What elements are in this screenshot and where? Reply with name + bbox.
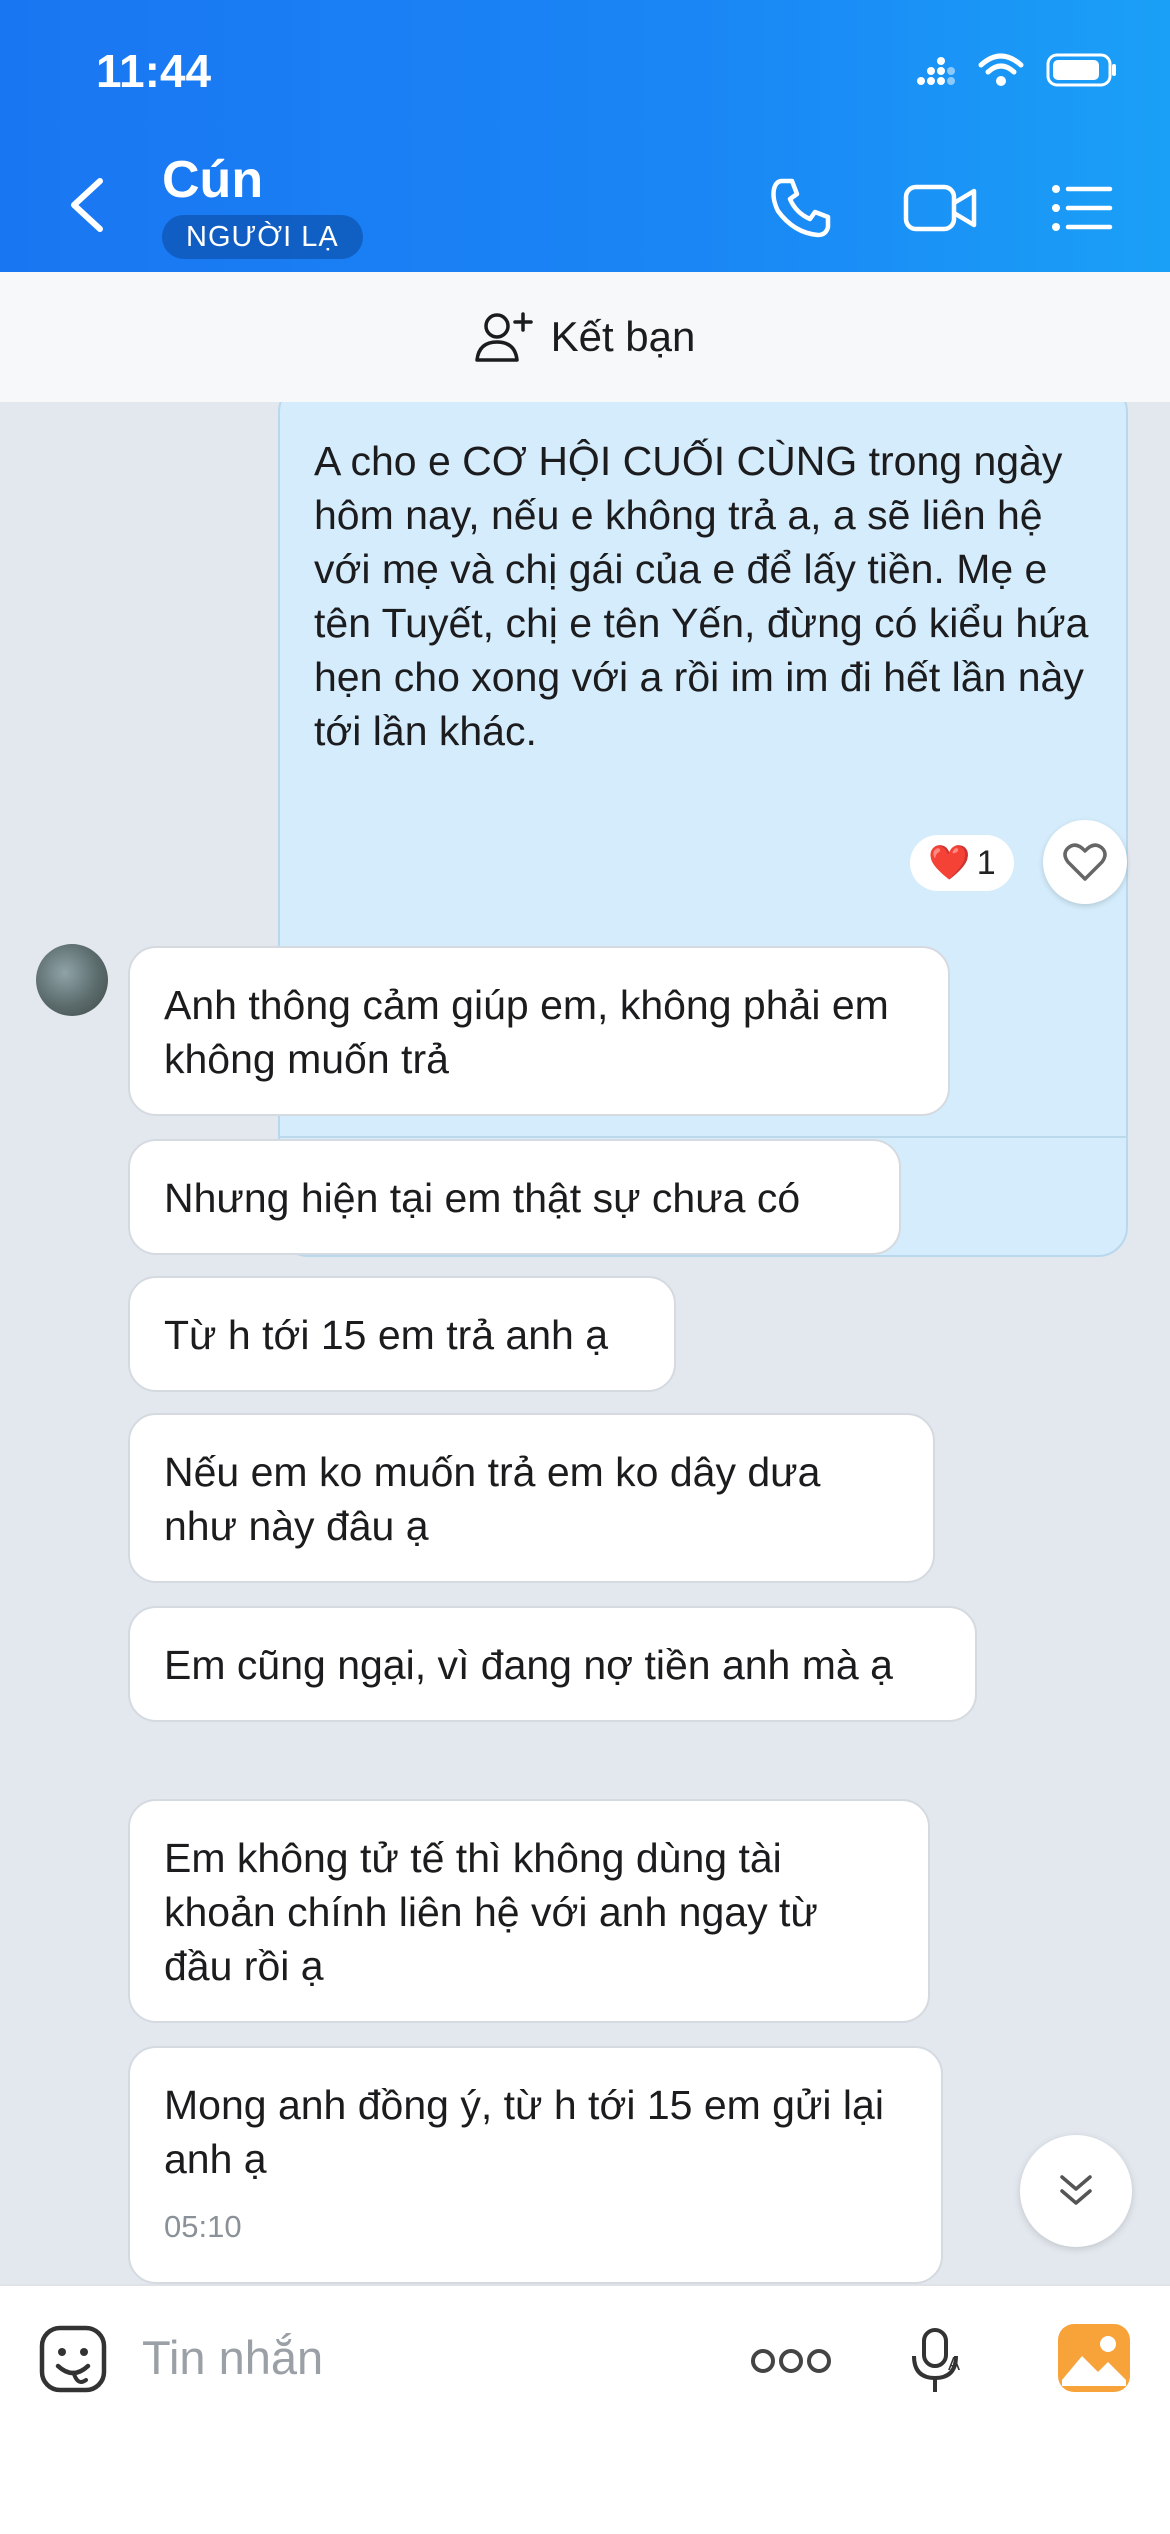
- message-input[interactable]: Tin nhắn: [142, 2330, 323, 2385]
- chat-header: 11:44 Cún NGƯỜI LẠ: [0, 0, 1170, 272]
- incoming-message-text: Anh thông cảm giúp em, không phải em khô…: [164, 982, 889, 1082]
- composer-bar: Tin nhắn A: [0, 2284, 1170, 2534]
- double-chevron-down-icon: [1060, 2175, 1092, 2205]
- cellular-signal-icon: [917, 57, 955, 85]
- incoming-message-text: Nếu em ko muốn trả em ko dây dưa như này…: [164, 1449, 821, 1549]
- outgoing-message-text: A cho e CƠ HỘI CUỐI CÙNG trong ngày hôm …: [314, 438, 1089, 754]
- menu-list-icon[interactable]: [1048, 175, 1114, 241]
- status-icons: [916, 52, 1118, 88]
- sticker-icon[interactable]: [38, 2324, 108, 2394]
- incoming-message-text: Em không tử tế thì không dùng tài khoản …: [164, 1835, 818, 1989]
- video-call-icon[interactable]: [902, 175, 978, 241]
- scroll-to-bottom-button[interactable]: [1020, 2135, 1132, 2247]
- message-list[interactable]: A cho e CƠ HỘI CUỐI CÙNG trong ngày hôm …: [0, 402, 1170, 2284]
- bubble-divider: [280, 1136, 1126, 1138]
- contact-name[interactable]: Cún: [162, 150, 263, 210]
- react-heart-button[interactable]: [1043, 820, 1127, 904]
- message-timestamp: 05:10: [164, 2209, 242, 2244]
- heart-outline-icon: [1063, 843, 1107, 881]
- incoming-message-bubble[interactable]: Em không tử tế thì không dùng tài khoản …: [128, 1799, 930, 2023]
- battery-icon: [1046, 53, 1116, 87]
- wifi-icon: [978, 53, 1024, 86]
- phone-icon[interactable]: [768, 175, 834, 241]
- heart-reaction-icon: ❤️: [928, 844, 971, 882]
- incoming-message-bubble[interactable]: Nếu em ko muốn trả em ko dây dưa như này…: [128, 1413, 935, 1583]
- more-options-icon[interactable]: [750, 2346, 832, 2376]
- incoming-message-bubble[interactable]: Mong anh đồng ý, từ h tới 15 em gửi lại …: [128, 2046, 943, 2284]
- incoming-message-bubble[interactable]: Em cũng ngại, vì đang nợ tiền anh mà ạ: [128, 1606, 977, 1722]
- voice-to-text-icon[interactable]: A: [908, 2326, 968, 2396]
- add-friend-label: Kết bạn: [550, 313, 696, 360]
- add-friend-button[interactable]: Kết bạn: [0, 272, 1170, 402]
- incoming-message-bubble[interactable]: Từ h tới 15 em trả anh ạ: [128, 1276, 676, 1392]
- incoming-message-bubble[interactable]: Anh thông cảm giúp em, không phải em khô…: [128, 946, 950, 1116]
- outgoing-message-bubble[interactable]: A cho e CƠ HỘI CUỐI CÙNG trong ngày hôm …: [278, 402, 1128, 1257]
- contact-avatar[interactable]: [36, 944, 108, 1016]
- incoming-message-text: Mong anh đồng ý, từ h tới 15 em gửi lại …: [164, 2082, 884, 2182]
- status-time: 11:44: [96, 45, 212, 97]
- reaction-summary[interactable]: ❤️ 1: [910, 835, 1014, 891]
- reaction-count: 1: [976, 843, 996, 882]
- stranger-badge: NGƯỜI LẠ: [162, 215, 363, 259]
- incoming-message-bubble[interactable]: Nhưng hiện tại em thật sự chưa có: [128, 1139, 901, 1255]
- gallery-icon[interactable]: [1056, 2322, 1132, 2394]
- back-icon[interactable]: [62, 175, 112, 235]
- incoming-message-text: Từ h tới 15 em trả anh ạ: [164, 1312, 609, 1358]
- add-friend-icon: [474, 312, 533, 362]
- incoming-message-text: Nhưng hiện tại em thật sự chưa có: [164, 1175, 801, 1221]
- incoming-message-text: Em cũng ngại, vì đang nợ tiền anh mà ạ: [164, 1642, 893, 1688]
- svg-text:A: A: [948, 2354, 960, 2374]
